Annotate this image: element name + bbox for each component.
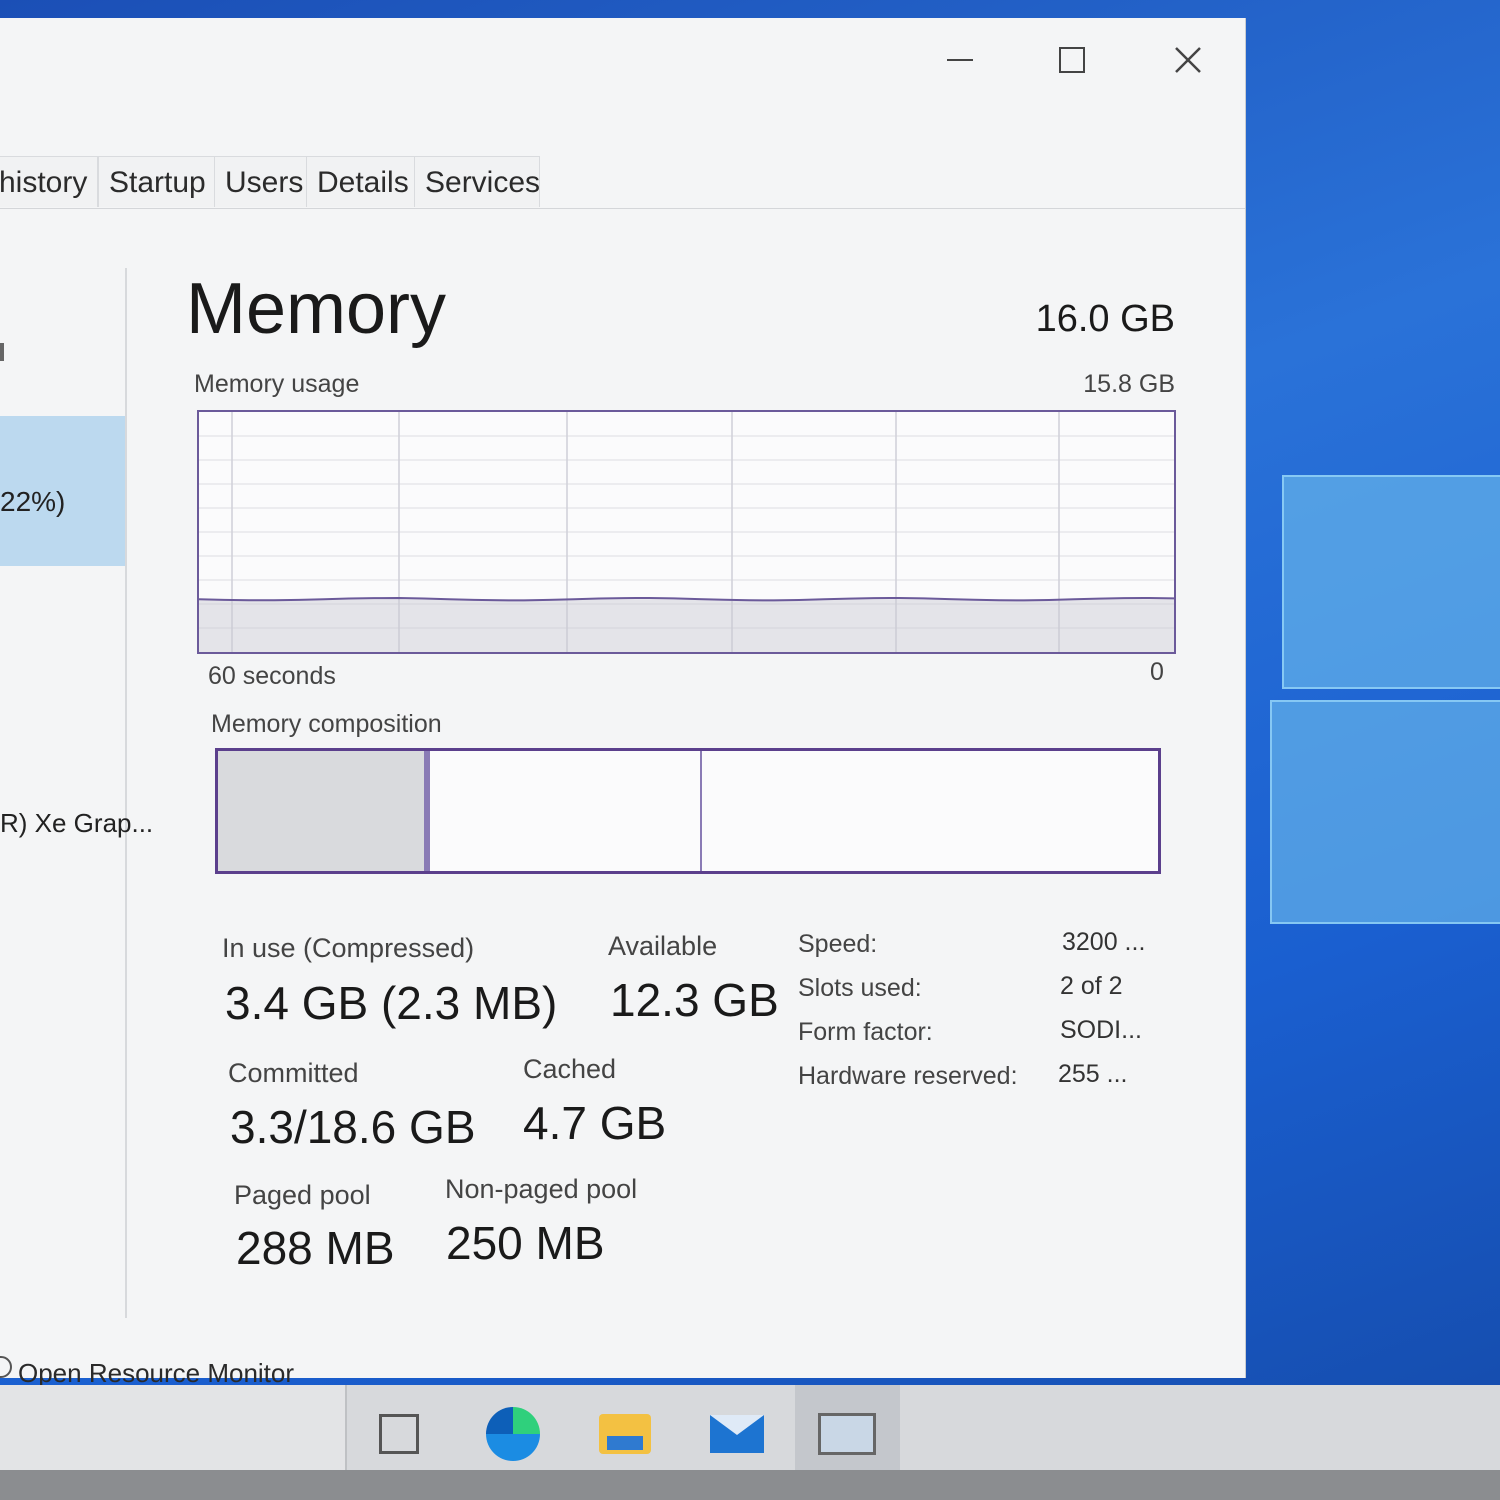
- graph-time-start: 60 seconds: [208, 662, 336, 690]
- slots-used-value: 2 of 2: [1060, 972, 1123, 1000]
- screen-bezel: [0, 1470, 1500, 1500]
- resource-monitor-icon: [0, 1356, 12, 1378]
- close-icon: [1175, 47, 1201, 73]
- task-view-button[interactable]: [368, 1403, 430, 1465]
- minimize-button[interactable]: [930, 40, 990, 80]
- cached-value: 4.7 GB: [523, 1097, 667, 1149]
- windows-logo: [1262, 455, 1500, 925]
- tab-bar: history Startup Users Details Services: [0, 156, 1245, 209]
- non-paged-pool-label: Non-paged pool: [445, 1174, 638, 1204]
- mail-icon: [710, 1415, 764, 1453]
- available-value: 12.3 GB: [610, 974, 779, 1026]
- paged-pool-label: Paged pool: [234, 1180, 371, 1210]
- form-factor-value: SODI...: [1060, 1016, 1142, 1044]
- windows-logo-pane: [1270, 700, 1500, 924]
- hardware-reserved-label: Hardware reserved:: [798, 1062, 1018, 1090]
- memory-usage-area: [199, 599, 1174, 652]
- performance-sidebar: 22%) R) Xe Grap...: [0, 268, 153, 1318]
- tab-startup[interactable]: Startup: [98, 156, 216, 207]
- memory-composition-label: Memory composition: [211, 710, 442, 738]
- composition-standby: [430, 751, 703, 871]
- tab-users[interactable]: Users: [214, 156, 308, 207]
- tab-details[interactable]: Details: [306, 156, 416, 207]
- hardware-reserved-value: 255 ...: [1058, 1060, 1128, 1088]
- slots-used-label: Slots used:: [798, 974, 922, 1002]
- sidebar-item-gpu[interactable]: R) Xe Grap...: [0, 808, 153, 839]
- memory-total: 16.0 GB: [1035, 298, 1175, 340]
- sidebar-item-marker: [0, 343, 4, 361]
- title-bar: [0, 18, 1245, 138]
- maximize-icon: [1059, 47, 1085, 73]
- sidebar-item-memory-label: 22%): [0, 486, 66, 517]
- committed-value: 3.3/18.6 GB: [230, 1101, 476, 1153]
- memory-composition-bar: [215, 748, 1161, 874]
- tab-services[interactable]: Services: [414, 156, 540, 207]
- file-explorer-icon: [599, 1414, 651, 1454]
- close-button[interactable]: [1158, 40, 1218, 80]
- in-use-value: 3.4 GB (2.3 MB): [225, 977, 558, 1029]
- memory-usage-max: 15.8 GB: [1083, 370, 1175, 398]
- edge-icon: [486, 1407, 540, 1461]
- edge-button[interactable]: [482, 1403, 544, 1465]
- cached-label: Cached: [523, 1054, 617, 1084]
- speed-label: Speed:: [798, 930, 878, 958]
- composition-in-use: [218, 751, 430, 871]
- form-factor-label: Form factor:: [798, 1018, 933, 1046]
- available-label: Available: [608, 931, 718, 961]
- windows-logo-pane: [1282, 475, 1500, 689]
- committed-label: Committed: [228, 1058, 359, 1088]
- in-use-label: In use (Compressed): [222, 933, 475, 963]
- memory-usage-graph: [197, 410, 1176, 654]
- mail-button[interactable]: [706, 1403, 768, 1465]
- non-paged-pool-value: 250 MB: [446, 1217, 605, 1269]
- file-explorer-button[interactable]: [594, 1403, 656, 1465]
- tab-app-history[interactable]: history: [0, 156, 98, 207]
- composition-free: [702, 751, 1158, 871]
- memory-usage-graph-svg: [199, 412, 1174, 652]
- task-manager-window: history Startup Users Details Services 2…: [0, 18, 1246, 1388]
- task-view-icon: [379, 1414, 419, 1454]
- graph-time-end: 0: [1150, 658, 1164, 686]
- speed-value: 3200 ...: [1062, 928, 1146, 956]
- paged-pool-value: 288 MB: [236, 1222, 395, 1274]
- task-manager-icon: [818, 1413, 876, 1455]
- maximize-button[interactable]: [1042, 40, 1102, 80]
- memory-usage-label: Memory usage: [194, 370, 360, 398]
- task-manager-button[interactable]: [816, 1403, 878, 1465]
- page-title: Memory: [186, 269, 447, 349]
- minimize-icon: [947, 59, 973, 61]
